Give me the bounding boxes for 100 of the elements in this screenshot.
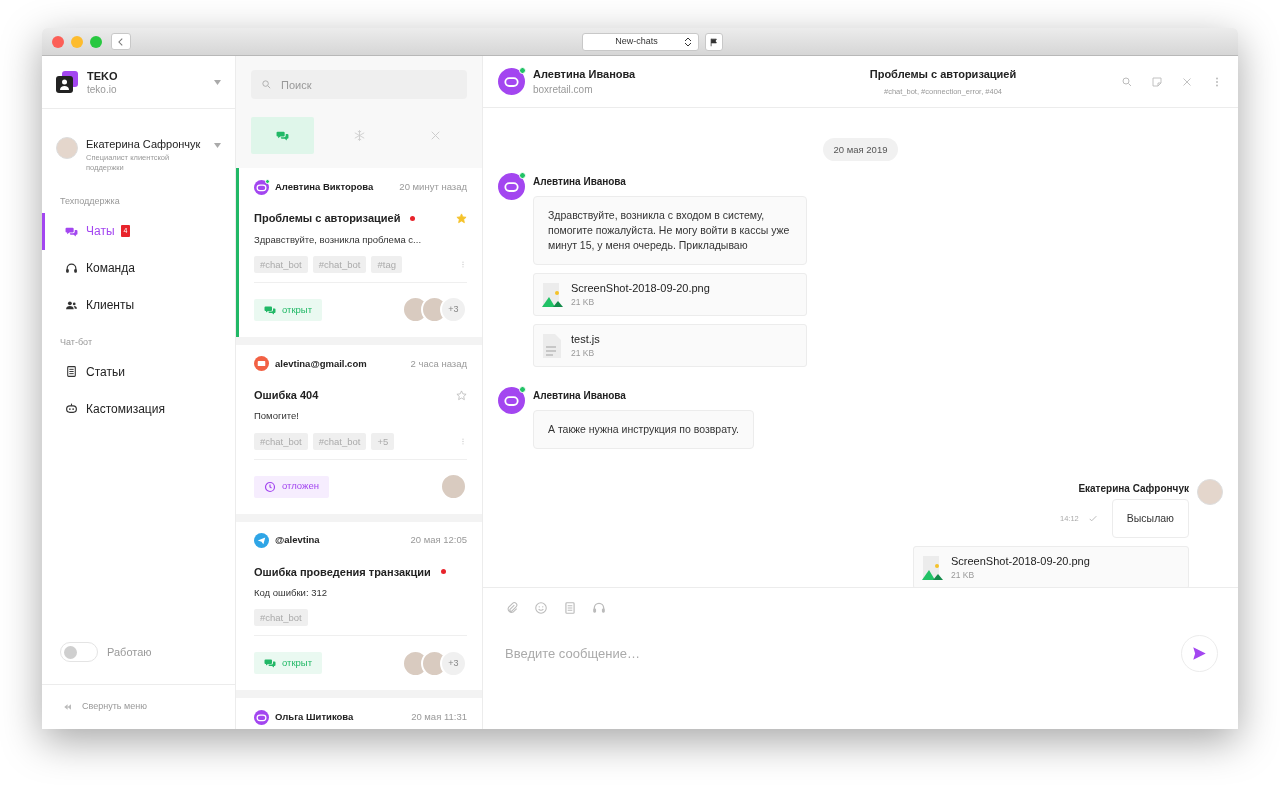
address-field[interactable]: New-chats — [582, 33, 699, 51]
nav-item[interactable]: Клиенты — [42, 286, 235, 324]
contact-domain: boxretail.com — [533, 83, 594, 98]
message-preview: Код ошибки: 312 — [254, 586, 329, 600]
user-name: Екатерина Сафрончук — [86, 137, 202, 151]
paperclip-icon[interactable] — [505, 601, 519, 615]
message-bubble: Высылаю — [1111, 499, 1189, 538]
file-size: 21 KB — [951, 569, 976, 583]
file-attachment[interactable]: ScreenShot-2018-09-20.png 21 KB — [533, 273, 807, 316]
conversation-subject: Проблемы с авторизацией — [254, 211, 401, 226]
file-attachment[interactable]: ScreenShot-2018-09-20.png 21 KB — [913, 546, 1189, 587]
timestamp: 20 мая 11:31 — [411, 710, 467, 725]
status-toggle[interactable] — [60, 642, 98, 662]
headset-icon[interactable] — [592, 601, 606, 615]
message-preview: Здравствуйте, возникла проблема с... — [254, 232, 423, 247]
robot-icon — [254, 179, 269, 195]
sender-name: @alevtina — [275, 533, 321, 548]
avatar-photo-placeholder — [56, 137, 78, 159]
dropdown-caret-icon[interactable] — [214, 79, 221, 85]
note-icon[interactable] — [1151, 75, 1163, 88]
message-preview: Помогите! — [254, 409, 300, 424]
image-file-icon — [922, 555, 944, 580]
rewind-icon — [62, 704, 71, 710]
sender-name: Алевтина Викторова — [275, 179, 375, 194]
tag-chip: #chat_bot — [254, 609, 308, 627]
headset-icon — [65, 261, 78, 275]
status-badge: открыт — [254, 652, 323, 675]
robot-icon — [254, 709, 269, 725]
section-heading: Чат-бот — [59, 335, 93, 349]
robot-icon — [498, 68, 525, 95]
more-count: +3 — [440, 649, 467, 677]
nav-item[interactable]: Кастомизация — [42, 390, 235, 427]
updown-icon — [684, 37, 692, 47]
send-icon — [1192, 646, 1207, 661]
message-bubble: Здравствуйте, возникла с входом в систему, помогите пожалуйста. Не могу войти в кассы уже минут 15, у меня очередь. Прикладываю — [533, 196, 807, 265]
document-icon — [65, 365, 78, 378]
envelope-icon — [254, 356, 269, 372]
conversation-subject: Ошибка проведения транзакции — [254, 564, 431, 580]
toggle-label: Работаю — [107, 644, 152, 660]
search-icon — [261, 79, 272, 90]
contact-name: Алевтина Иванова — [533, 66, 636, 82]
robot-icon — [498, 387, 525, 414]
close-icon[interactable] — [1181, 75, 1193, 88]
star-icon[interactable] — [456, 212, 467, 224]
flag-icon — [709, 37, 719, 47]
chat-bubbles-icon — [264, 657, 276, 670]
paper-plane-icon — [254, 533, 269, 548]
message-input[interactable]: Введите сообщение… — [505, 643, 1181, 664]
tag-chip: +5 — [371, 432, 395, 450]
image-file-icon — [542, 282, 564, 307]
conversation-card[interactable]: Алевтина Викторова 20 минут назад Проблемы с авторизацией Здравствуйте, возникла проблема с... #chat_bot #chat_bot #tag открыт +3 — [236, 168, 482, 337]
dropdown-caret-icon[interactable] — [214, 143, 221, 148]
tag-chip: #chat_bot — [254, 255, 308, 273]
star-outline-icon[interactable] — [456, 389, 467, 401]
chat-subject: Проблемы с авторизацией — [869, 67, 1017, 83]
snowflake-icon — [352, 129, 366, 142]
status-badge: открыт — [254, 298, 323, 321]
document-icon[interactable] — [563, 601, 577, 615]
conversation-card[interactable]: Ольга Шитикова 20 мая 11:31 — [236, 698, 482, 729]
tag-chip: #chat_bot — [312, 255, 367, 273]
robot-icon — [498, 173, 525, 200]
more-count: +3 — [440, 296, 467, 324]
status-badge: отложен — [254, 475, 329, 498]
file-size: 21 KB — [571, 296, 596, 310]
tag-chip: #tag — [371, 255, 402, 273]
nav-item[interactable]: Статьи — [42, 353, 235, 390]
timestamp: 20 мая 12:05 — [410, 533, 467, 548]
conversation-card[interactable]: @alevtina 20 мая 12:05 Ошибка проведения транзакции Код ошибки: 312 #chat_bot открыт +3 — [236, 521, 482, 691]
clock-icon — [264, 480, 276, 493]
nav-item[interactable]: Команда — [42, 249, 235, 287]
file-name: test.js — [571, 331, 600, 347]
file-attachment[interactable]: test.js 21 KB — [533, 324, 807, 367]
message-bubble: А также нужна инструкция по возврату. — [533, 410, 754, 449]
tag-chip: #chat_bot — [312, 432, 367, 450]
sender-name: Ольга Шитикова — [275, 710, 355, 725]
conversation-card[interactable]: alevtina@gmail.com 2 часа назад Ошибка 404 Помогите! #chat_bot #chat_bot +5 отложен — [236, 344, 482, 514]
author-name: Алевтина Иванова — [533, 175, 626, 189]
timestamp: 2 часа назад — [410, 356, 467, 371]
sender-name: alevtina@gmail.com — [275, 356, 368, 371]
flag-button[interactable] — [705, 33, 723, 51]
minimize-window-button[interactable] — [71, 35, 83, 48]
chat-bubbles-icon — [275, 129, 289, 142]
smiley-icon[interactable] — [534, 601, 548, 615]
author-name: Екатерина Сафрончук — [1078, 482, 1189, 496]
text-file-icon — [542, 333, 562, 358]
timestamp: 20 минут назад — [399, 179, 467, 194]
tag-chip: #chat_bot — [254, 432, 308, 450]
avatar-photo-placeholder — [1197, 479, 1223, 505]
file-name: ScreenShot-2018-09-20.png — [571, 280, 710, 296]
file-name: ScreenShot-2018-09-20.png — [951, 553, 1090, 569]
workspace-logo — [56, 71, 78, 93]
filter-tab[interactable] — [251, 117, 314, 154]
close-window-button[interactable] — [52, 35, 64, 48]
search-icon[interactable] — [1121, 75, 1133, 88]
workspace-domain: teko.io — [87, 82, 118, 96]
search-field[interactable]: Поиск — [251, 70, 467, 99]
back-button[interactable] — [111, 33, 131, 50]
zoom-window-button[interactable] — [90, 35, 102, 48]
section-heading: Техподдержка — [59, 195, 121, 208]
author-name: Алевтина Иванова — [533, 389, 626, 403]
